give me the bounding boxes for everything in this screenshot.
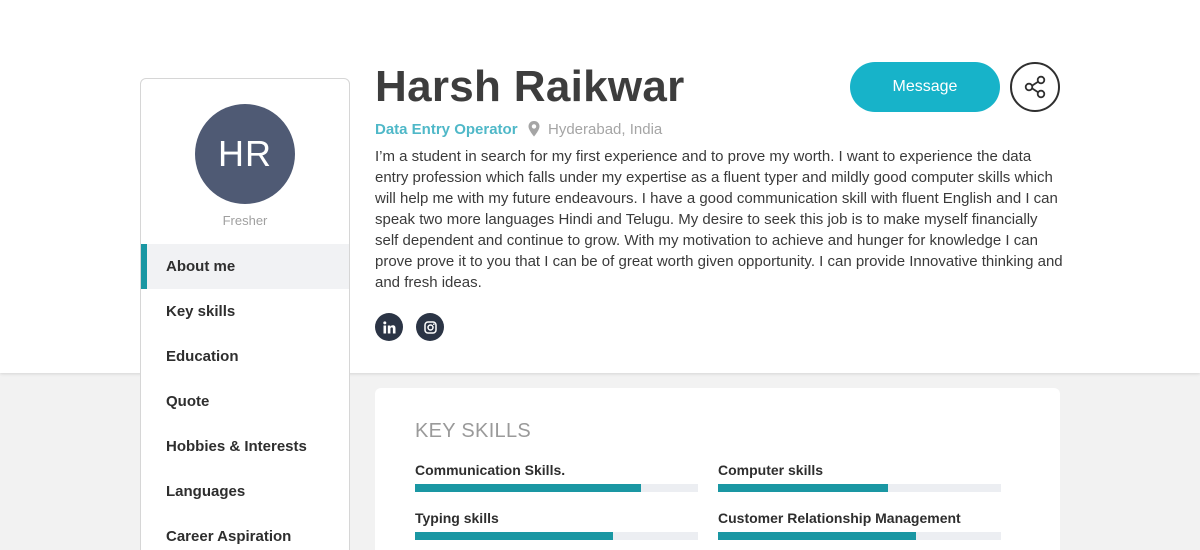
job-title: Data Entry Operator [375,121,518,138]
sidebar-item-quote[interactable]: Quote [141,379,349,424]
skill-bar-fill [718,532,917,540]
avatar-initials: HR [218,133,272,174]
skill-item: Typing skills [415,510,698,540]
profile-name: Harsh Raikwar [375,62,685,111]
sidebar-item-education[interactable]: Education [141,334,349,379]
sidebar-item-label: Education [166,348,239,365]
sidebar-item-about-me[interactable]: About me [141,244,349,289]
skill-label: Communication Skills. [415,462,566,478]
sidebar-item-label: Languages [166,483,246,500]
share-button[interactable] [1010,62,1060,112]
share-icon [1024,75,1046,99]
sidebar-nav: About me Key skills Education Quote Hobb… [141,244,349,550]
skill-label: Customer Relationship Management [718,510,961,526]
key-skills-heading: KEY SKILLS [415,420,532,442]
skill-bar-fill [718,484,888,492]
profile-sidebar: HR Fresher About me Key skills Education… [140,78,350,550]
sidebar-item-label: Key skills [166,303,236,320]
experience-status: Fresher [222,213,268,228]
instagram-icon [423,320,437,334]
location-text: Hyderabad, India [548,121,663,138]
sidebar-item-label: Quote [166,393,210,410]
instagram-link[interactable] [416,313,444,341]
skill-bar-fill [415,532,614,540]
skill-item: Communication Skills. [415,462,698,492]
sidebar-item-key-skills[interactable]: Key skills [141,289,349,334]
skill-bar [415,532,698,540]
location-pin-icon [528,121,540,137]
sidebar-item-career-aspiration[interactable]: Career Aspiration [141,514,349,550]
avatar: HR [195,104,295,204]
skill-bar-fill [415,484,642,492]
skill-label: Computer skills [718,462,824,478]
linkedin-link[interactable] [375,313,403,341]
skill-bar [415,484,698,492]
profile-bio: I’m a student in search for my first exp… [375,148,1063,291]
sidebar-item-label: Career Aspiration [166,528,292,545]
sidebar-item-label: Hobbies & Interests [166,438,307,455]
message-button[interactable]: Message [850,62,1000,112]
skill-bar [718,484,1001,492]
skill-label: Typing skills [415,510,499,526]
sidebar-item-hobbies[interactable]: Hobbies & Interests [141,424,349,469]
sidebar-item-languages[interactable]: Languages [141,469,349,514]
skill-item: Computer skills [718,462,1001,492]
sidebar-item-label: About me [166,258,236,275]
key-skills-card: KEY SKILLS Communication Skills. Compute… [375,388,1060,550]
linkedin-icon [382,320,395,333]
skill-bar [718,532,1001,540]
skill-item: Customer Relationship Management [718,510,1001,540]
